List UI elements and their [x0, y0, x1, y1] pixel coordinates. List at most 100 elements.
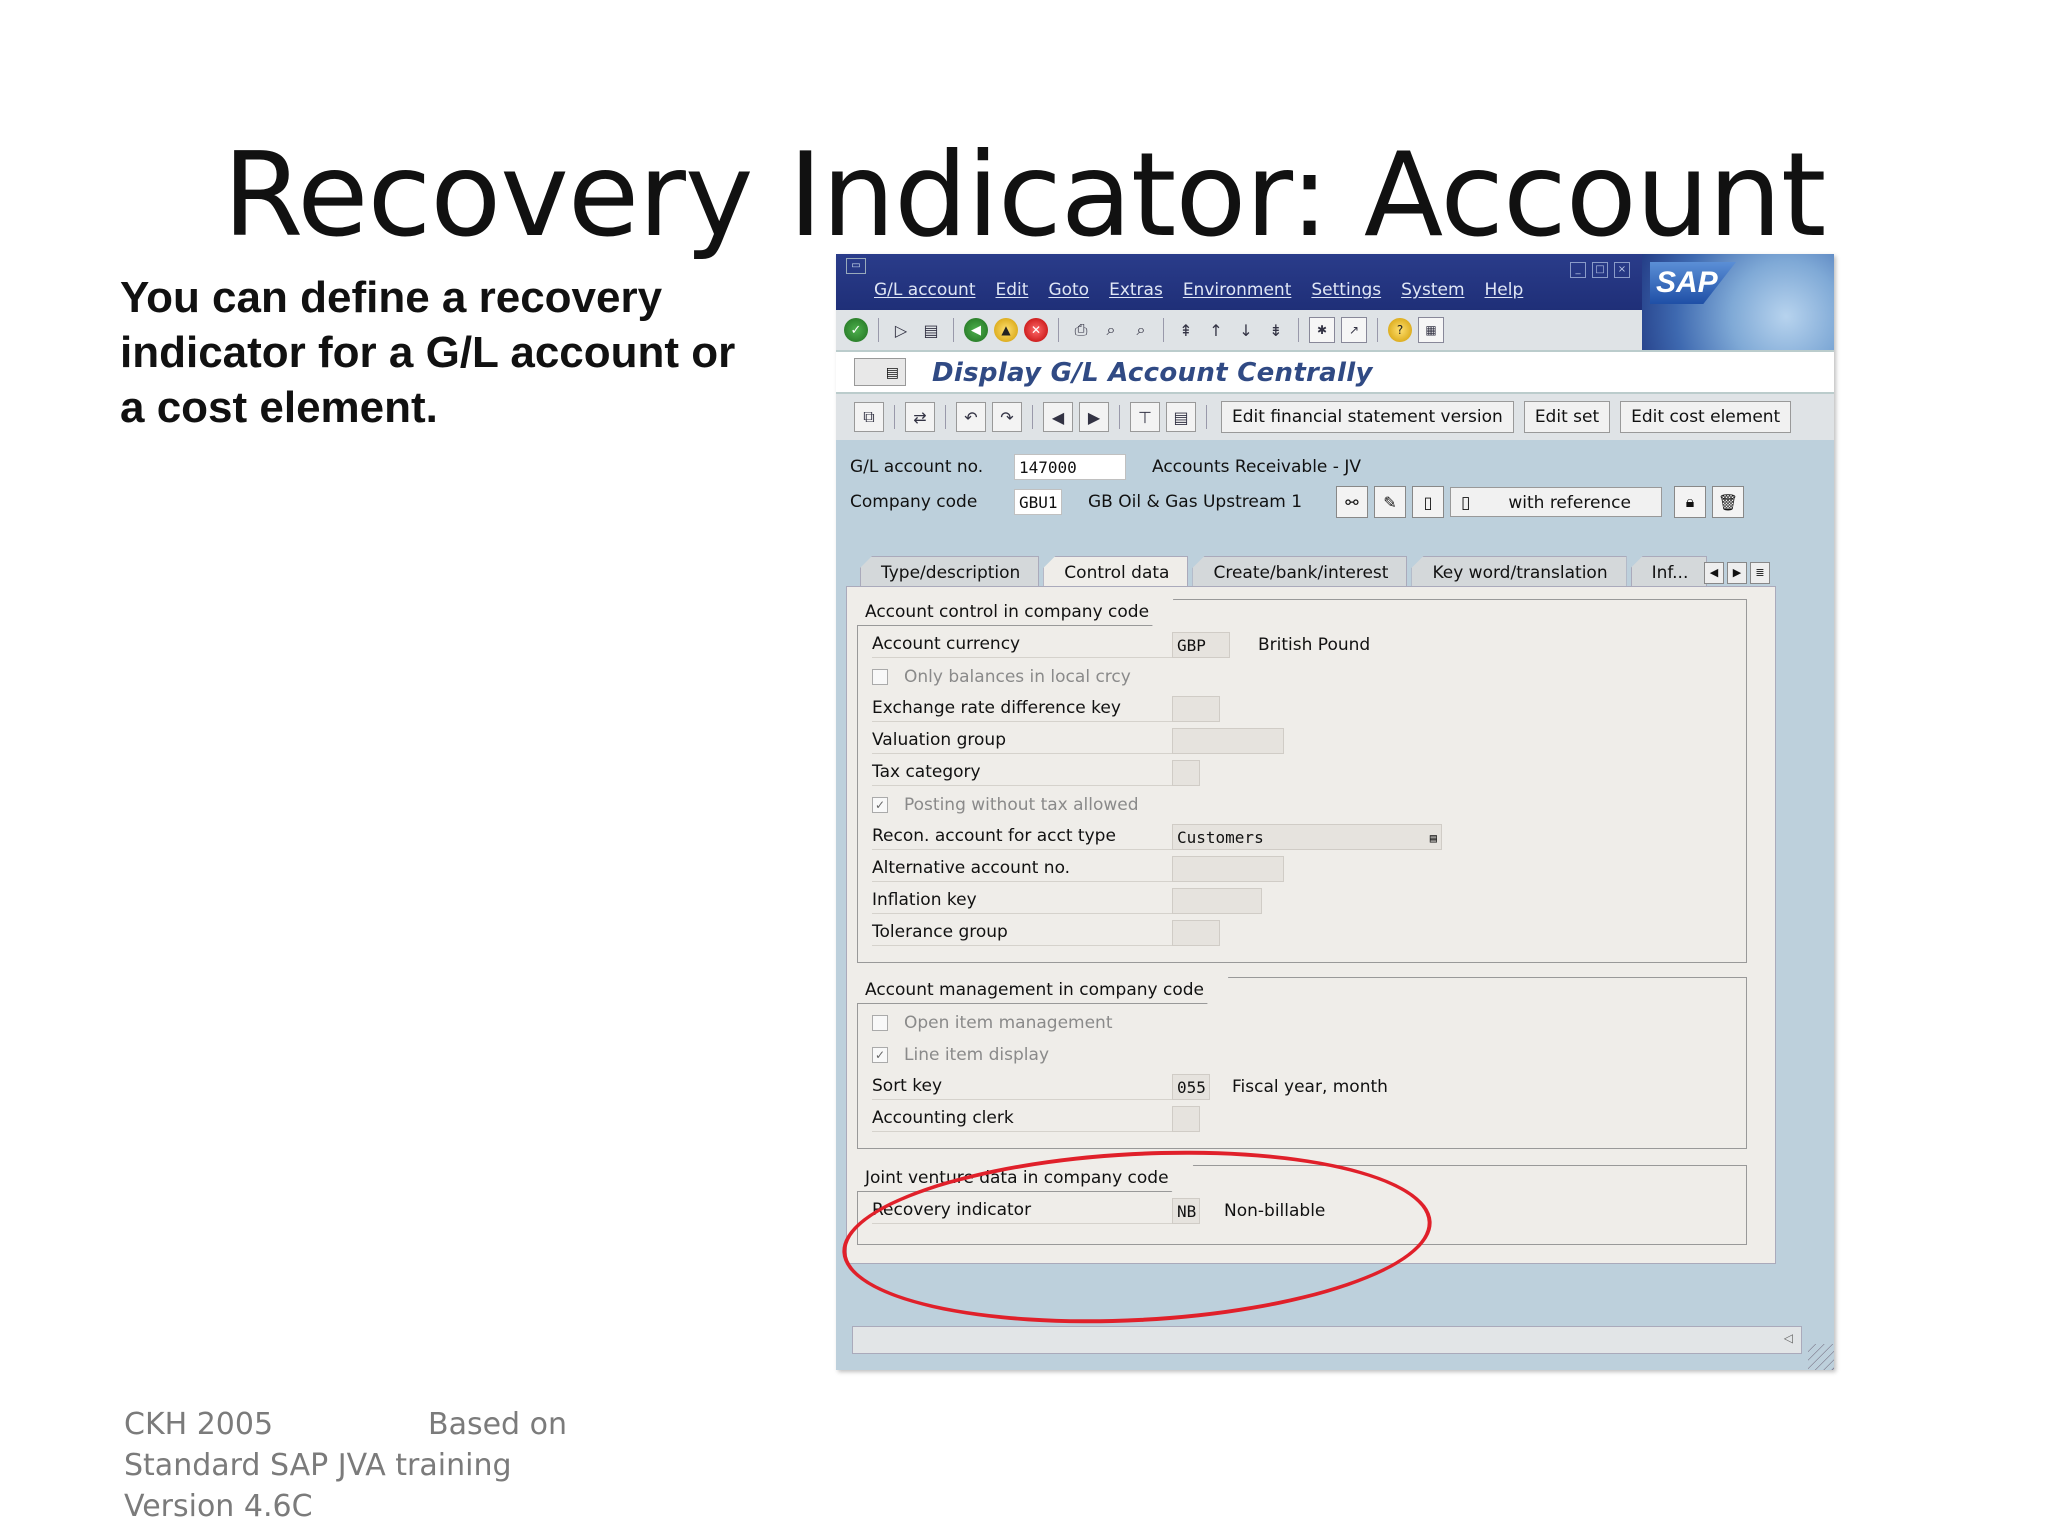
menu-settings[interactable]: Settings	[1311, 280, 1381, 300]
back-icon[interactable]: ◀	[964, 318, 988, 342]
window-controls: _ □ ×	[1570, 262, 1630, 278]
with-reference-button[interactable]: ▯ with reference	[1450, 487, 1662, 517]
find-next-icon[interactable]: ⌕	[1129, 318, 1153, 342]
status-bar: ◁	[852, 1326, 1802, 1354]
enter-icon[interactable]: ✓	[844, 318, 868, 342]
display-change-icon[interactable]: ⇄	[905, 402, 935, 432]
line-item-label: Line item display	[904, 1045, 1050, 1065]
exchange-rate-field[interactable]	[1172, 696, 1220, 722]
only-balances-row: Only balances in local crcy	[872, 664, 1131, 690]
tab-key-word-translation[interactable]: Key word/translation	[1411, 556, 1627, 589]
footer-line2: Standard SAP JVA training	[124, 1448, 512, 1483]
tab-list-icon[interactable]: ≣	[1750, 562, 1770, 584]
valuation-group-field[interactable]	[1172, 728, 1284, 754]
pencil-icon[interactable]: ✎	[1374, 486, 1406, 518]
where-used-icon[interactable]: ⊤	[1130, 402, 1160, 432]
edit-set-button[interactable]: Edit set	[1523, 401, 1611, 433]
menu-items: G/L account Edit Goto Extras Environment…	[874, 280, 1523, 300]
sort-key-description: Fiscal year, month	[1232, 1077, 1388, 1097]
status-bar-arrow-icon[interactable]: ◁	[1784, 1331, 1793, 1345]
tab-type-description[interactable]: Type/description	[860, 556, 1040, 589]
sort-key-field[interactable]: 055	[1172, 1074, 1210, 1100]
application-toolbar: ⧉ ⇄ ↶ ↷ ◀ ▶ ⊤ ▤ Edit financial statement…	[836, 394, 1834, 440]
company-code-field[interactable]: GBU1	[1014, 489, 1062, 515]
menu-edit[interactable]: Edit	[996, 280, 1029, 300]
open-item-checkbox[interactable]	[872, 1015, 888, 1031]
tab-control-data[interactable]: Control data	[1043, 556, 1189, 589]
previous-icon[interactable]: ◀	[1043, 402, 1073, 432]
toolbar-separator	[1119, 405, 1120, 429]
save-icon[interactable]: ▤	[919, 318, 943, 342]
next-icon[interactable]: ▶	[1079, 402, 1109, 432]
cancel-icon[interactable]: ✕	[1024, 318, 1048, 342]
document-icon[interactable]: ▤	[854, 358, 906, 386]
tolerance-group-row: Tolerance group	[872, 920, 1220, 946]
recon-account-value: Customers	[1177, 828, 1264, 847]
alternative-account-field[interactable]	[1172, 856, 1284, 882]
toolbar-separator	[1377, 318, 1378, 342]
redo-icon[interactable]: ↷	[992, 402, 1022, 432]
layout-menu-icon[interactable]: ▦	[1418, 317, 1444, 343]
menu-goto[interactable]: Goto	[1048, 280, 1089, 300]
lock-icon[interactable]: 🔒︎	[1674, 486, 1706, 518]
next-page-icon[interactable]: ↓	[1234, 318, 1258, 342]
tab-scroll-left-icon[interactable]: ◀	[1704, 562, 1724, 584]
accounting-clerk-field[interactable]	[1172, 1106, 1200, 1132]
alternative-account-row: Alternative account no.	[872, 856, 1284, 882]
tax-category-field[interactable]	[1172, 760, 1200, 786]
footer-line3: Version 4.6C	[124, 1489, 313, 1524]
exit-icon[interactable]: ▲	[994, 318, 1018, 342]
gl-account-description: Accounts Receivable - JV	[1152, 457, 1361, 477]
only-balances-checkbox[interactable]	[872, 669, 888, 685]
glasses-icon[interactable]: ⚯	[1336, 486, 1368, 518]
print-icon[interactable]: ⎙	[1069, 318, 1093, 342]
tax-category-label: Tax category	[872, 760, 1172, 786]
tab-information[interactable]: Inf...	[1630, 556, 1708, 589]
inflation-key-field[interactable]	[1172, 888, 1262, 914]
recon-account-field[interactable]: Customers ▤	[1172, 824, 1442, 850]
account-currency-field[interactable]: GBP	[1172, 632, 1230, 658]
resize-grip-icon[interactable]	[1808, 1344, 1834, 1370]
toolbar-separator	[1032, 405, 1033, 429]
toolbar-separator	[1058, 318, 1059, 342]
edit-cost-element-button[interactable]: Edit cost element	[1620, 401, 1792, 433]
footer-right: Based on	[428, 1407, 567, 1442]
shortcut-icon[interactable]: ↗	[1341, 317, 1367, 343]
screen-title: Display G/L Account Centrally	[932, 358, 1373, 388]
delete-icon[interactable]: 🗑︎	[1712, 486, 1744, 518]
dropdown-icon[interactable]: ▤	[1430, 825, 1437, 851]
gl-account-field[interactable]: 147000	[1014, 454, 1126, 480]
other-account-icon[interactable]: ⧉	[854, 402, 884, 432]
last-page-icon[interactable]: ⇟	[1264, 318, 1288, 342]
tab-create-bank-interest[interactable]: Create/bank/interest	[1192, 556, 1408, 589]
menu-help[interactable]: Help	[1485, 280, 1524, 300]
posting-without-tax-checkbox[interactable]: ✓	[872, 797, 888, 813]
maximize-icon[interactable]: □	[1592, 262, 1608, 278]
tolerance-group-field[interactable]	[1172, 920, 1220, 946]
menu-environment[interactable]: Environment	[1183, 280, 1292, 300]
minimize-icon[interactable]: _	[1570, 262, 1586, 278]
first-page-icon[interactable]: ⇞	[1174, 318, 1198, 342]
menu-gl-account[interactable]: G/L account	[874, 280, 976, 300]
menu-system[interactable]: System	[1401, 280, 1464, 300]
toolbar-separator	[1298, 318, 1299, 342]
undo-icon[interactable]: ↶	[956, 402, 986, 432]
edit-fsv-button[interactable]: Edit financial statement version	[1221, 401, 1514, 433]
help-icon[interactable]: ?	[1388, 318, 1412, 342]
toolbar-separator	[1163, 318, 1164, 342]
accounting-clerk-row: Accounting clerk	[872, 1106, 1200, 1132]
menu-extras[interactable]: Extras	[1109, 280, 1163, 300]
system-menu-icon[interactable]: ▭	[846, 258, 866, 274]
tab-scroll-right-icon[interactable]: ▶	[1727, 562, 1747, 584]
command-field-icon[interactable]: ▷	[889, 318, 913, 342]
create-icon[interactable]: ▯	[1412, 486, 1444, 518]
previous-page-icon[interactable]: ↑	[1204, 318, 1228, 342]
tax-category-row: Tax category	[872, 760, 1200, 786]
create-reference-icon: ▯	[1461, 493, 1471, 513]
slide-title: Recovery Indicator: Account	[222, 128, 1827, 263]
find-icon[interactable]: ⌕	[1099, 318, 1123, 342]
line-item-checkbox[interactable]: ✓	[872, 1047, 888, 1063]
close-icon[interactable]: ×	[1614, 262, 1630, 278]
create-session-icon[interactable]: ✱	[1309, 317, 1335, 343]
details-icon[interactable]: ▤	[1166, 402, 1196, 432]
